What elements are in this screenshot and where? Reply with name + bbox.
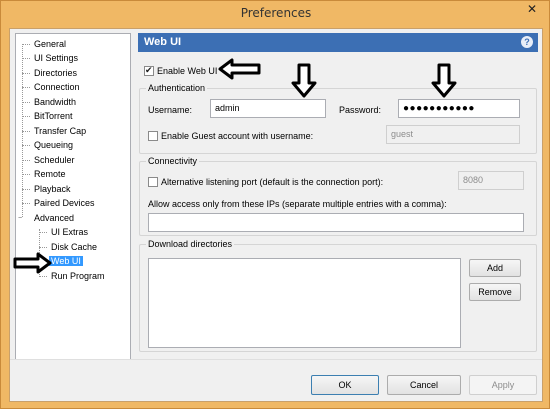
password-input[interactable]: ●●●●●●●●●●●: [398, 99, 520, 118]
password-label: Password:: [339, 105, 382, 115]
username-input[interactable]: admin: [210, 99, 326, 118]
tree-item-bandwidth[interactable]: Bandwidth: [22, 96, 78, 109]
preferences-tree[interactable]: General UI Settings Directories Connecti…: [15, 33, 131, 393]
tree-item-paired-devices[interactable]: Paired Devices: [22, 197, 97, 210]
authentication-group: Authentication Username: admin Password:…: [139, 83, 537, 154]
help-icon[interactable]: ?: [521, 36, 533, 48]
close-icon[interactable]: ✕: [521, 1, 543, 17]
alt-port-label: Alternative listening port (default is t…: [161, 177, 384, 187]
connectivity-group: Connectivity Alternative listening port …: [139, 156, 537, 236]
remove-directory-button[interactable]: Remove: [469, 283, 521, 301]
preferences-window: Preferences ✕ General UI Settings Direct…: [0, 0, 550, 409]
down-arrow-annotation-icon: [431, 63, 457, 98]
down-arrow-annotation-icon: [291, 63, 317, 98]
dialog-footer: OK Cancel Apply: [10, 359, 542, 401]
panel-title: Web UI: [144, 36, 182, 48]
tree-item-directories[interactable]: Directories: [22, 67, 79, 80]
connectivity-title: Connectivity: [146, 156, 200, 166]
ok-button[interactable]: OK: [311, 375, 379, 395]
download-directories-group: Download directories Add Remove: [139, 239, 537, 352]
web-ui-panel: Web UI ? Enable Web UI Authentication Us…: [138, 33, 538, 355]
collapse-icon[interactable]: −: [18, 215, 25, 222]
authentication-title: Authentication: [146, 83, 208, 93]
username-label: Username:: [148, 105, 193, 115]
left-arrow-annotation-icon: [218, 58, 261, 80]
tree-item-transfer-cap[interactable]: Transfer Cap: [22, 125, 88, 138]
tree-item-playback[interactable]: Playback: [22, 183, 73, 196]
cancel-button[interactable]: Cancel: [387, 375, 461, 395]
tree-item-connection[interactable]: Connection: [22, 81, 82, 94]
enable-guest-label: Enable Guest account with username:: [161, 131, 314, 141]
download-directories-list[interactable]: [148, 258, 461, 348]
alt-port-input[interactable]: 8080: [458, 171, 524, 190]
allow-ips-input[interactable]: [148, 213, 524, 232]
tree-item-queueing[interactable]: Queueing: [22, 139, 75, 152]
right-arrow-annotation-icon: [13, 252, 52, 274]
title-bar[interactable]: Preferences ✕: [1, 1, 550, 27]
alt-port-checkbox[interactable]: [148, 177, 158, 187]
enable-web-ui-label: Enable Web UI: [157, 66, 218, 76]
panel-header: Web UI ?: [138, 33, 538, 52]
download-directories-title: Download directories: [146, 239, 235, 249]
dialog-client-area: General UI Settings Directories Connecti…: [9, 28, 543, 402]
allow-ips-label: Allow access only from these IPs (separa…: [148, 199, 447, 209]
tree-item-scheduler[interactable]: Scheduler: [22, 154, 77, 167]
tree-item-remote[interactable]: Remote: [22, 168, 68, 181]
tree-item-ui-extras[interactable]: UI Extras: [39, 226, 90, 239]
tree-item-general[interactable]: General: [22, 38, 68, 51]
enable-guest-checkbox[interactable]: [148, 131, 158, 141]
enable-web-ui-checkbox[interactable]: [144, 65, 154, 76]
apply-button[interactable]: Apply: [469, 375, 537, 395]
window-title: Preferences: [240, 6, 312, 20]
guest-username-input[interactable]: guest: [386, 125, 520, 144]
tree-item-bittorrent[interactable]: BitTorrent: [22, 110, 75, 123]
tree-item-ui-settings[interactable]: UI Settings: [22, 52, 80, 65]
tree-item-advanced[interactable]: − Advanced: [18, 212, 76, 225]
add-directory-button[interactable]: Add: [469, 259, 521, 277]
